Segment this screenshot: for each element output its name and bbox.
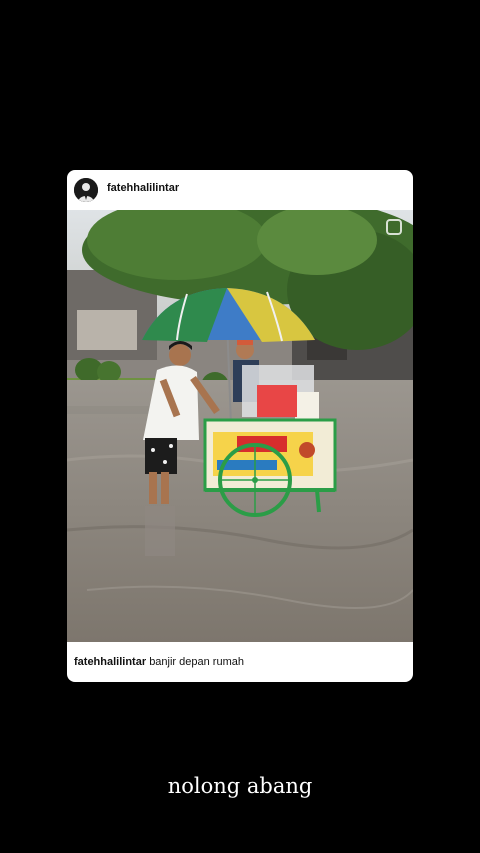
caption-username[interactable]: fatehhalilintar bbox=[74, 656, 146, 668]
post-caption: fatehhalilintar banjir depan rumah bbox=[74, 656, 244, 668]
post-header: fatehhalilintar bbox=[67, 170, 413, 210]
flood-street-photo bbox=[67, 210, 413, 642]
post-photo[interactable] bbox=[67, 210, 413, 642]
post-card[interactable]: fatehhalilintar fatehhalilintar banjir d… bbox=[67, 170, 413, 682]
caption-text: banjir depan rumah bbox=[149, 656, 244, 668]
profile-avatar-icon bbox=[74, 178, 98, 202]
post-username[interactable]: fatehhalilintar bbox=[107, 182, 179, 194]
avatar[interactable] bbox=[74, 178, 98, 202]
story-text-overlay: nolong abang bbox=[167, 774, 313, 798]
